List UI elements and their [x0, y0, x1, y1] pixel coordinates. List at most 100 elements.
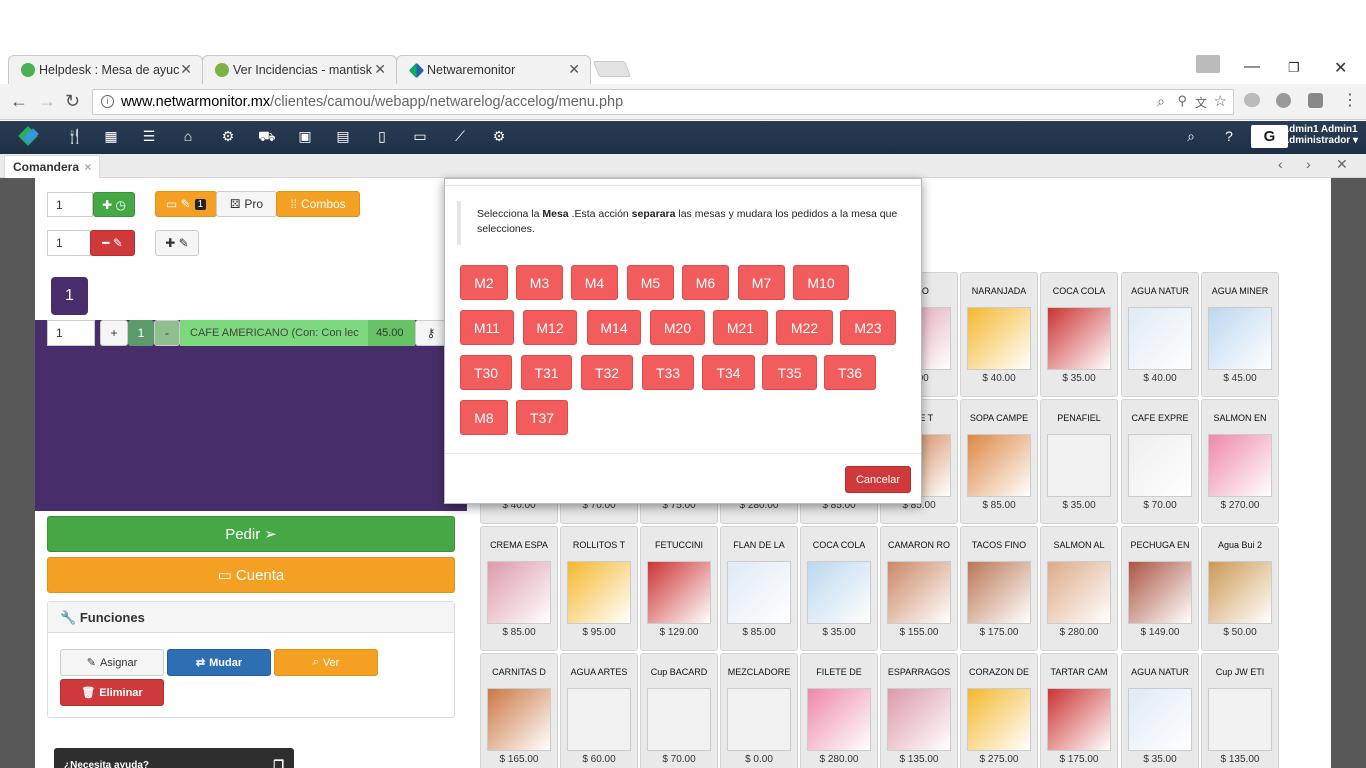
product-card[interactable]: CREMA ESPA $ 85.00 [480, 526, 558, 651]
line-plus-button[interactable]: + [100, 320, 128, 346]
extension-circle-icon[interactable] [1276, 93, 1291, 108]
browser-tab-netware[interactable]: Netwaremonitor ✕ [396, 55, 591, 84]
extension-icon[interactable]: ⚲ [1177, 93, 1187, 109]
qty-remove-input[interactable]: 1 [47, 230, 91, 256]
product-card[interactable]: PECHUGA EN $ 149.00 [1121, 526, 1199, 651]
order-line-name[interactable]: CAFE AMERICANO (Con: Con lec [180, 320, 368, 346]
chevron-left-icon[interactable]: ‹ [1278, 156, 1283, 172]
line-minus-button[interactable]: - [154, 320, 180, 346]
qty-add-input[interactable]: 1 [47, 192, 93, 217]
product-card[interactable]: NARANJADA $ 40.00 [960, 272, 1038, 397]
edit-note-button[interactable]: ▭ ✎ 1 [155, 191, 217, 217]
zoom-icon[interactable]: ⌕ [1157, 93, 1165, 110]
product-card[interactable]: Agua Bui 2 $ 50.00 [1201, 526, 1279, 651]
product-card[interactable]: SOPA CAMPE $ 85.00 [960, 399, 1038, 524]
minimize-icon[interactable]: — [1244, 58, 1260, 76]
mesa-button-m21[interactable]: M21 [713, 310, 768, 345]
order-line-qty[interactable]: 1 [47, 320, 95, 346]
product-card[interactable]: Cup BACARD $ 70.00 [640, 653, 718, 768]
restaurant-icon[interactable]: 🍴 [66, 129, 83, 144]
list-icon[interactable]: ☰ [141, 129, 157, 144]
close-icon[interactable]: ✕ [374, 61, 386, 78]
mesa-number-badge[interactable]: 1 [51, 277, 88, 315]
product-card[interactable]: CAFE EXPRE $ 70.00 [1121, 399, 1199, 524]
product-card[interactable]: AGUA MINER $ 45.00 [1201, 272, 1279, 397]
product-card[interactable]: CARNITAS D $ 165.00 [480, 653, 558, 768]
close-icon[interactable]: ✕ [180, 61, 192, 78]
reload-icon[interactable]: ↻ [65, 91, 80, 112]
info-icon[interactable]: i [101, 95, 114, 108]
back-icon[interactable]: ← [10, 91, 28, 112]
menu-dots-icon[interactable]: ⋮ [1342, 90, 1358, 110]
file-icon[interactable]: ▯ [374, 129, 390, 144]
chart-line-icon[interactable]: ⟋ [452, 129, 468, 144]
forward-icon[interactable]: → [38, 91, 56, 112]
mesa-button-m12[interactable]: M12 [523, 310, 577, 345]
product-card[interactable]: TARTAR CAM $ 175.00 [1040, 653, 1118, 768]
product-card[interactable]: FLAN DE LA $ 85.00 [720, 526, 798, 651]
product-card[interactable]: ESPARRAGOS $ 135.00 [880, 653, 958, 768]
cuenta-button[interactable]: ▭ Cuenta [47, 557, 455, 593]
mesa-button-t36[interactable]: T36 [824, 355, 876, 390]
cancelar-button[interactable]: Cancelar [845, 466, 911, 493]
product-card[interactable]: MEZCLADORE $ 0.00 [720, 653, 798, 768]
cart-icon[interactable]: ⛟ [258, 129, 276, 144]
mesa-button-m3[interactable]: M3 [516, 265, 563, 300]
mesa-button-m8[interactable]: M8 [460, 400, 508, 435]
mesa-button-m22[interactable]: M22 [776, 310, 833, 345]
mesa-button-t31[interactable]: T31 [521, 355, 572, 390]
extension-square-icon[interactable] [1308, 93, 1323, 108]
remove-edit-button[interactable]: ━ ✎ [90, 230, 135, 256]
mesa-button-m23[interactable]: M23 [840, 310, 896, 345]
close-all-tabs-icon[interactable]: ✕ [1336, 156, 1348, 173]
pro-button[interactable]: ⚄ Pro [216, 191, 277, 217]
product-card[interactable]: ROLLITOS T $ 95.00 [560, 526, 638, 651]
close-icon[interactable]: × [84, 160, 91, 174]
product-card[interactable]: Cup JW ETI $ 135.00 [1201, 653, 1279, 768]
bookmark-star-icon[interactable]: ☆ [1214, 92, 1227, 110]
mesa-button-m2[interactable]: M2 [460, 265, 508, 300]
mudar-button[interactable]: ⇄ Mudar [167, 649, 271, 676]
mesa-button-m14[interactable]: M14 [587, 310, 641, 345]
mesa-button-t32[interactable]: T32 [581, 355, 633, 390]
mesa-button-t34[interactable]: T34 [702, 355, 755, 390]
money-icon[interactable]: ▣ [297, 129, 313, 144]
tab-comandera[interactable]: Comandera × [4, 155, 101, 178]
folder-open-icon[interactable]: ▭ [412, 129, 428, 144]
user-menu[interactable]: Admin1 Admin1 Administrador ▾ [1282, 124, 1358, 146]
calendar-icon[interactable]: ▦ [103, 129, 119, 144]
mesa-button-m11[interactable]: M11 [460, 310, 514, 345]
asignar-button[interactable]: ✎ Asignar [60, 649, 164, 676]
mesa-button-m4[interactable]: M4 [571, 265, 618, 300]
help-widget[interactable]: ¿Necesita ayuda? ❐ [54, 748, 294, 768]
add-time-button[interactable]: ✚ ◷ [93, 192, 135, 217]
product-card[interactable]: COCA COLA $ 35.00 [800, 526, 878, 651]
app-logo[interactable] [16, 126, 40, 148]
product-card[interactable]: CORAZON DE $ 275.00 [960, 653, 1038, 768]
archive-icon[interactable]: ▤ [335, 129, 351, 144]
mesa-button-t37[interactable]: T37 [516, 400, 568, 435]
product-card[interactable]: CAMARON RO $ 155.00 [880, 526, 958, 651]
product-card[interactable]: SALMON AL $ 280.00 [1040, 526, 1118, 651]
profile-icon[interactable] [1196, 55, 1220, 73]
cloud-extension-icon[interactable] [1244, 93, 1260, 107]
add-note-button[interactable]: ✚ ✎ [155, 230, 199, 256]
new-tab-button[interactable] [593, 61, 631, 77]
browser-tab-mantis[interactable]: Ver Incidencias - mantisk ✕ [202, 55, 397, 84]
close-icon[interactable]: ✕ [568, 61, 580, 78]
help-icon[interactable]: ? [1221, 129, 1237, 144]
settings-icon[interactable]: ⚙ [491, 129, 507, 144]
product-card[interactable]: AGUA NATUR $ 35.00 [1121, 653, 1199, 768]
restore-icon[interactable]: ❐ [1288, 60, 1300, 76]
product-card[interactable]: PENAFIEL $ 35.00 [1040, 399, 1118, 524]
basket-icon[interactable]: ⌂ [180, 129, 196, 144]
key-icon[interactable]: ⚷ [415, 320, 447, 346]
product-card[interactable]: COCA COLA $ 35.00 [1040, 272, 1118, 397]
url-bar[interactable]: i www.netwarmonitor.mx/clientes/camou/we… [92, 89, 1234, 115]
mesa-button-m10[interactable]: M10 [793, 265, 849, 300]
translate-icon[interactable]: 文 [1195, 94, 1207, 111]
document-gear-icon[interactable]: ⚙ [220, 129, 236, 144]
mesa-button-t33[interactable]: T33 [642, 355, 694, 390]
product-card[interactable]: FILETE DE $ 280.00 [800, 653, 878, 768]
mesa-button-m5[interactable]: M5 [627, 265, 674, 300]
